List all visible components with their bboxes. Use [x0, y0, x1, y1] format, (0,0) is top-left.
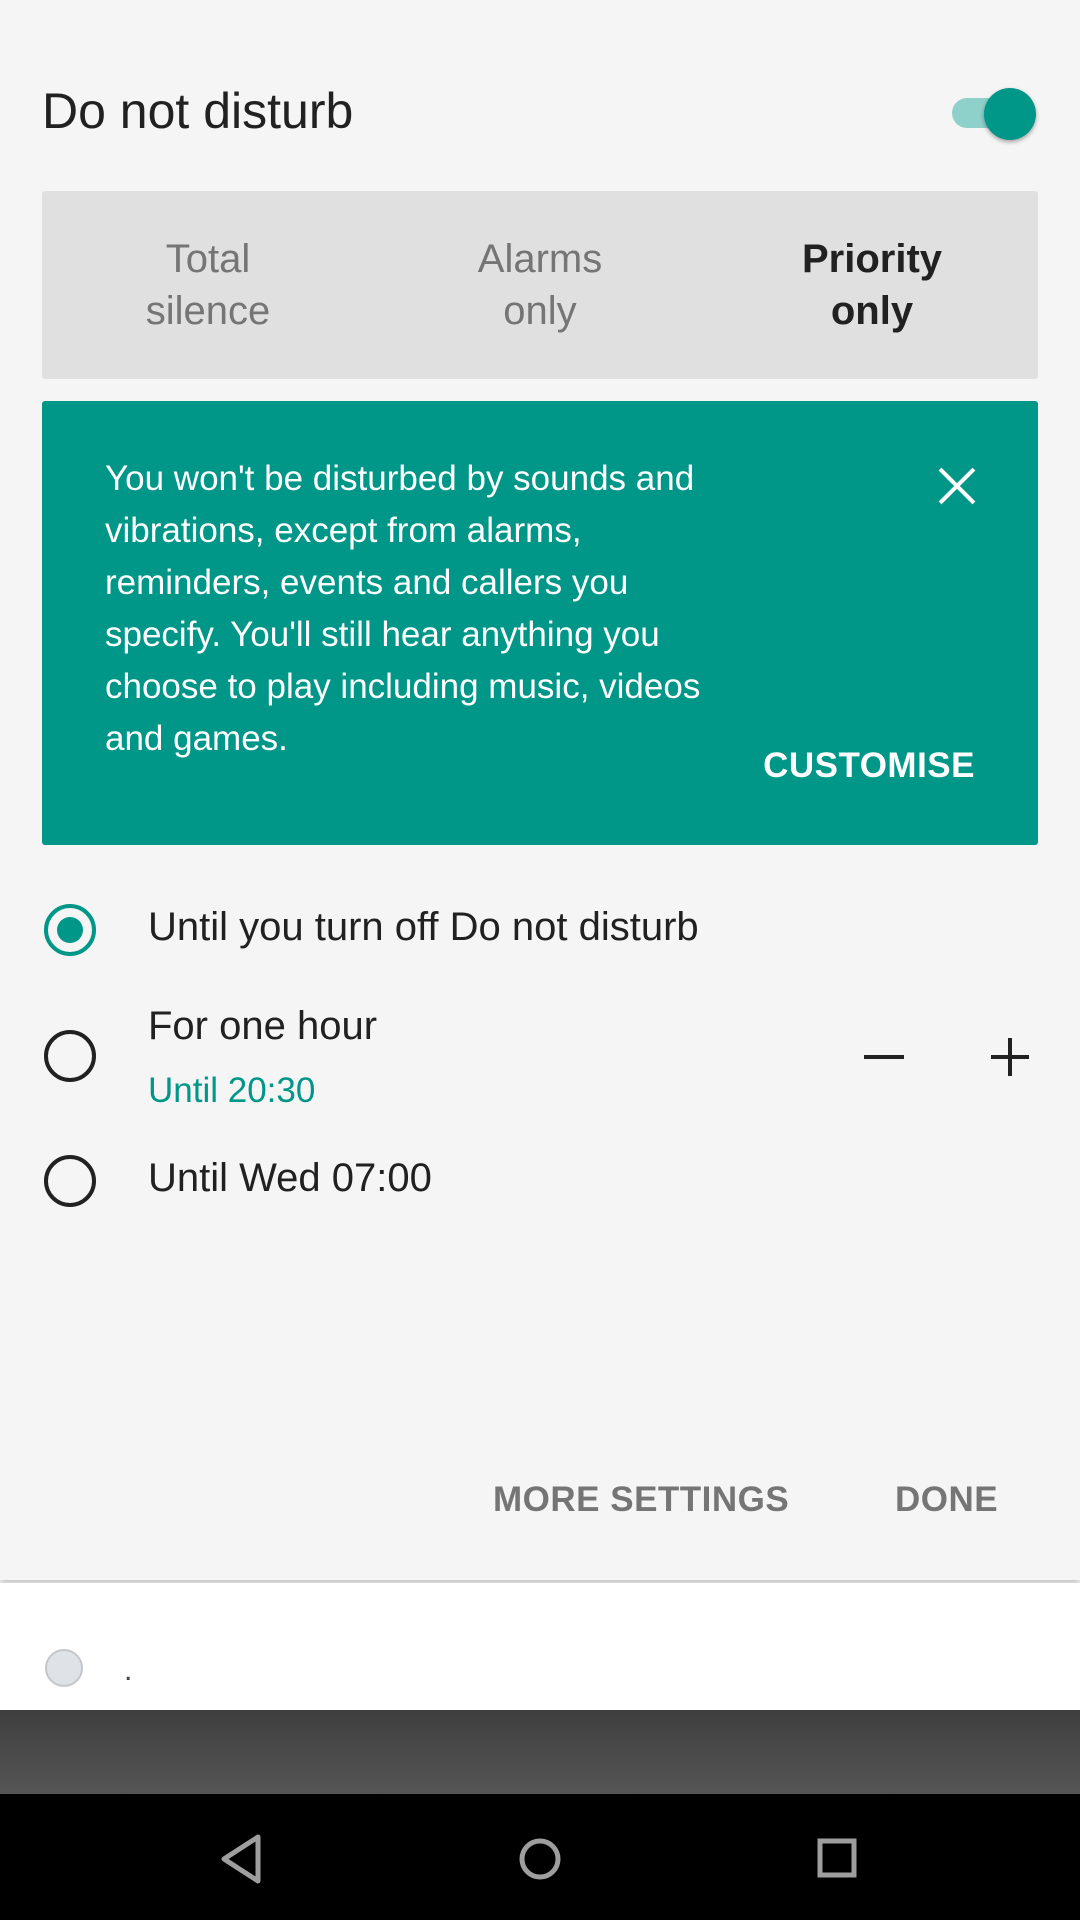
mode-total-silence[interactable]: Total silence [42, 191, 374, 379]
radio-until-wed[interactable] [44, 1155, 96, 1207]
priority-info-card: You won't be disturbed by sounds and vib… [42, 401, 1038, 845]
decrease-duration-button[interactable] [850, 1022, 920, 1092]
customise-button[interactable]: CUSTOMISE [763, 746, 975, 786]
done-button[interactable]: DONE [895, 1480, 998, 1520]
option-for-one-hour: For one hour Until 20:30 [42, 1003, 1038, 1123]
radio-until-turn-off[interactable] [44, 904, 96, 956]
increase-duration-button[interactable] [976, 1022, 1046, 1092]
dnd-panel: Do not disturb Total silence Alarms only… [0, 0, 1080, 1580]
home-circle-icon[interactable] [500, 1819, 580, 1899]
navigation-bar [0, 1794, 1080, 1920]
recents-square-icon[interactable] [798, 1819, 878, 1899]
option-until-wed: Until Wed 07:00 [42, 1155, 1038, 1207]
option-label[interactable]: For one hour [148, 1004, 377, 1049]
app-icon [45, 1649, 83, 1687]
mode-priority-only[interactable]: Priority only [706, 191, 1038, 379]
radio-for-one-hour[interactable] [44, 1030, 96, 1082]
switch-thumb [984, 88, 1036, 140]
back-triangle-icon[interactable] [202, 1819, 282, 1899]
dnd-toggle-switch[interactable] [948, 82, 1038, 140]
notification-text: . [124, 1654, 133, 1687]
mode-selector: Total silence Alarms only Priority only [42, 191, 1038, 379]
mode-alarms-only[interactable]: Alarms only [374, 191, 706, 379]
option-label[interactable]: Until Wed 07:00 [148, 1156, 432, 1201]
dnd-header: Do not disturb [42, 80, 1038, 142]
more-settings-button[interactable]: MORE SETTINGS [493, 1480, 789, 1520]
dnd-title: Do not disturb [42, 83, 354, 139]
notification-row[interactable]: . [0, 1583, 1080, 1710]
option-sublabel: Until 20:30 [148, 1071, 316, 1110]
option-label[interactable]: Until you turn off Do not disturb [148, 905, 699, 950]
close-icon[interactable] [922, 451, 992, 521]
info-card-text: You won't be disturbed by sounds and vib… [105, 459, 701, 758]
background-scrim [0, 1710, 1080, 1794]
option-until-turn-off: Until you turn off Do not disturb [42, 904, 1038, 956]
